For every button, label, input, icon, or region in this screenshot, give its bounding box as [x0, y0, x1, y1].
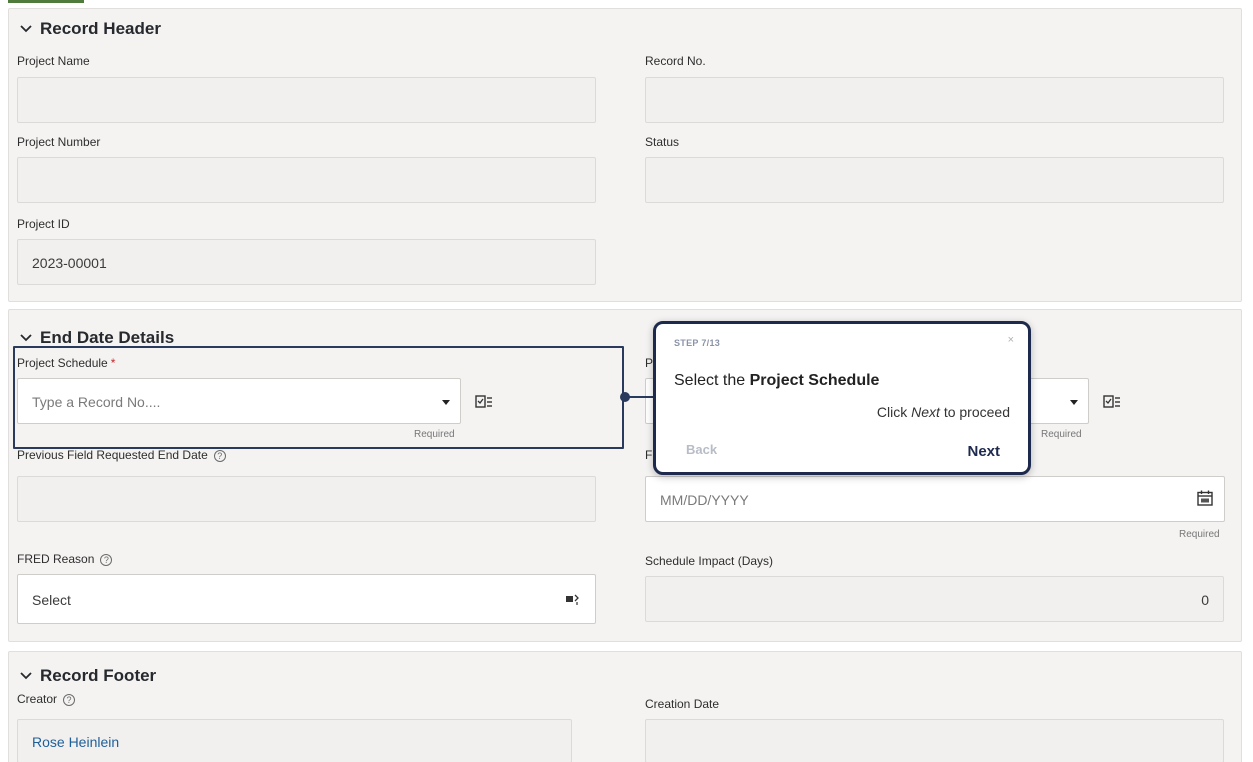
help-circle-icon[interactable]: ?	[213, 449, 226, 462]
lookup-list-icon[interactable]	[1103, 395, 1121, 409]
form-page: Record Header Project Name Record No. Pr…	[0, 0, 1253, 762]
right-lookup-required-hint: Required	[1041, 429, 1082, 440]
chevron-down-icon	[20, 25, 32, 33]
record-footer-title: Record Footer	[40, 666, 157, 685]
date-required-hint: Required	[1179, 529, 1220, 540]
right-field-label-partial: P	[645, 356, 654, 370]
previous-fred-field	[17, 476, 596, 522]
help-circle-icon[interactable]: ?	[63, 693, 76, 706]
previous-fred-label-text: Previous Field Requested End Date	[17, 448, 208, 462]
select-picker-icon[interactable]	[566, 593, 580, 605]
tour-next-button[interactable]: Next	[967, 443, 1000, 460]
tour-back-button[interactable]: Back	[686, 442, 717, 457]
tour-instruction-italic: Next	[911, 404, 940, 420]
fred-reason-value: Select	[32, 592, 71, 608]
status-field[interactable]	[645, 157, 1224, 203]
guided-tour-popover: STEP 7/13 × Select the Project Schedule …	[653, 321, 1031, 475]
record-header-section: Record Header Project Name Record No. Pr…	[8, 8, 1242, 302]
tour-title-prefix: Select the	[674, 372, 750, 389]
tour-highlight-box	[13, 346, 624, 449]
previous-fred-label: Previous Field Requested End Date?	[17, 448, 226, 462]
creator-value[interactable]: Rose Heinlein	[32, 720, 119, 762]
end-date-details-toggle[interactable]: End Date Details	[19, 328, 174, 348]
tour-instruction-prefix: Click	[876, 404, 912, 420]
dropdown-caret-icon[interactable]	[1070, 400, 1078, 405]
tour-title-bold: Project Schedule	[749, 372, 880, 389]
tour-title: Select the Project Schedule	[674, 372, 879, 390]
status-label: Status	[645, 135, 680, 149]
project-number-field[interactable]	[17, 157, 596, 203]
close-icon[interactable]: ×	[1008, 334, 1014, 346]
project-name-label: Project Name	[17, 54, 90, 68]
project-id-field[interactable]: 2023-00001	[17, 239, 596, 285]
schedule-impact-value: 0	[1201, 592, 1209, 608]
record-no-field[interactable]	[645, 77, 1224, 123]
tour-connector-dot	[620, 392, 630, 402]
fred-reason-label: FRED Reason?	[17, 552, 113, 566]
creation-date-field	[645, 719, 1224, 762]
calendar-icon[interactable]	[1197, 490, 1213, 506]
help-circle-icon[interactable]: ?	[100, 553, 113, 566]
chevron-down-icon	[20, 672, 32, 680]
creator-label: Creator?	[17, 692, 76, 706]
record-footer-section: Record Footer Creator? Rose Heinlein Cre…	[8, 651, 1242, 762]
tour-instruction-suffix: to proceed	[939, 404, 1010, 420]
project-number-label: Project Number	[17, 135, 101, 149]
fred-reason-select[interactable]: Select	[17, 574, 596, 624]
right-date-label-partial: F	[645, 448, 653, 462]
end-date-details-title: End Date Details	[40, 328, 175, 347]
tour-step-counter: STEP 7/13	[674, 338, 721, 348]
record-header-title: Record Header	[40, 19, 161, 38]
record-header-toggle[interactable]: Record Header	[19, 19, 161, 39]
project-id-value: 2023-00001	[32, 255, 107, 271]
creation-date-label: Creation Date	[645, 697, 720, 711]
top-accent-bar	[8, 0, 84, 3]
creator-label-text: Creator	[17, 692, 58, 706]
project-name-field[interactable]	[17, 77, 596, 123]
record-no-label: Record No.	[645, 54, 706, 68]
schedule-impact-label: Schedule Impact (Days)	[645, 554, 774, 568]
chevron-down-icon	[20, 334, 32, 342]
schedule-impact-field: 0	[645, 576, 1224, 622]
requested-end-date-input[interactable]: MM/DD/YYYY	[645, 476, 1225, 522]
date-placeholder: MM/DD/YYYY	[660, 492, 749, 508]
record-footer-toggle[interactable]: Record Footer	[19, 666, 156, 686]
creator-field: Rose Heinlein	[17, 719, 572, 762]
fred-reason-label-text: FRED Reason	[17, 552, 95, 566]
tour-instruction: Click Next to proceed	[877, 404, 1010, 420]
project-id-label: Project ID	[17, 217, 70, 231]
